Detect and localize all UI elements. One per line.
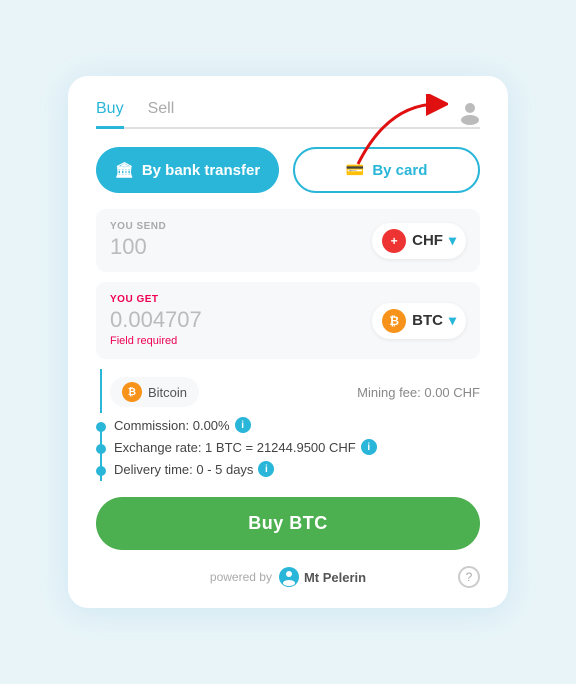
send-chevron-icon: ▾ [449,232,456,249]
powered-by-text: powered by [210,570,272,584]
delivery-info-icon[interactable]: i [258,461,274,477]
buy-btc-button[interactable]: Buy BTC [96,497,480,550]
btc-icon: ₿ [382,309,406,333]
card-icon: 💳 [346,161,365,179]
by-card-label: By card [372,162,427,179]
bitcoin-btc-icon: ₿ [122,382,142,402]
tab-buy[interactable]: Buy [96,100,124,129]
pelerin-brand: Mt Pelerin [278,566,366,588]
tab-sell[interactable]: Sell [148,100,175,129]
get-chevron-icon: ▾ [449,312,456,329]
details-section: Commission: 0.00% i Exchange rate: 1 BTC… [96,417,480,477]
get-left: YOU GET 0.004707 Field required [110,294,202,347]
bitcoin-tag: ₿ Bitcoin [110,377,199,407]
get-label: YOU GET [110,294,202,305]
send-label: YOU SEND [110,221,166,232]
delivery-text: Delivery time: 0 - 5 days [114,462,253,477]
send-value[interactable]: 100 [110,234,166,260]
exchange-info-icon[interactable]: i [361,439,377,455]
exchange-rate-text: Exchange rate: 1 BTC = 21244.9500 CHF [114,440,356,455]
get-value[interactable]: 0.004707 [110,307,202,333]
pelerin-logo-icon [278,566,300,588]
commission-text: Commission: 0.00% [114,418,230,433]
bank-icon: 🏛 [115,161,134,179]
btc-symbol: ₿ [389,314,399,328]
tab-bar: Buy Sell [96,100,480,129]
you-get-section: YOU GET 0.004707 Field required ₿ BTC ▾ [96,282,480,359]
payment-row: 🏛 By bank transfer 💳 By card [96,147,480,193]
send-left: YOU SEND 100 [110,221,166,260]
delivery-row: Delivery time: 0 - 5 days i [96,461,480,477]
exchange-rate-content: Exchange rate: 1 BTC = 21244.9500 CHF i [114,439,377,455]
get-currency-selector[interactable]: ₿ BTC ▾ [372,303,466,339]
bank-transfer-label: By bank transfer [142,162,260,179]
mining-fee-text: Mining fee: 0.00 CHF [357,385,480,400]
send-currency: CHF [412,232,443,249]
help-question-icon[interactable]: ? [458,566,480,588]
chf-icon: + [382,229,406,253]
commission-info-icon[interactable]: i [235,417,251,433]
delivery-content: Delivery time: 0 - 5 days i [114,461,274,477]
send-currency-selector[interactable]: + CHF ▾ [372,223,466,259]
profile-icon[interactable] [456,98,484,126]
by-card-button[interactable]: 💳 By card [293,147,480,193]
you-send-section: YOU SEND 100 + CHF ▾ [96,209,480,272]
bank-transfer-button[interactable]: 🏛 By bank transfer [96,147,279,193]
main-card: Buy Sell 🏛 By bank transfer 💳 By card YO… [68,76,508,608]
delivery-dot [96,466,106,476]
brand-name: Mt Pelerin [304,570,366,585]
get-currency: BTC [412,312,443,329]
exchange-rate-row: Exchange rate: 1 BTC = 21244.9500 CHF i [96,439,480,455]
field-required-text: Field required [110,335,202,347]
bitcoin-name: Bitcoin [148,385,187,400]
chf-cross: + [391,234,398,248]
footer: powered by Mt Pelerin ? [96,566,480,588]
commission-content: Commission: 0.00% i [114,417,251,433]
commission-row: Commission: 0.00% i [96,417,480,433]
